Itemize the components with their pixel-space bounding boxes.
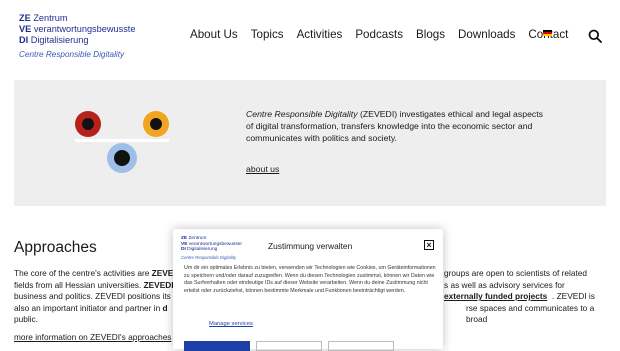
consent-title: Zustimmung verwalten [268,241,353,251]
logo-line-3: DI Digitalisierung [19,35,89,45]
logo-line-2: VE verantwortungsbewusste [19,24,136,34]
orange-dot-center [150,118,162,130]
blue-dot-center [114,150,130,166]
more-information-link[interactable]: more information on ZEVEDI's approaches [14,332,171,342]
hero-abbr: (ZEVEDI) [359,109,398,119]
site-logo[interactable]: ZE Zentrum VE verantwortungsbewusste DI … [19,13,149,59]
nav-item-podcasts[interactable]: Podcasts [355,28,403,41]
logo-tagline: Centre Responsible Digitality [19,50,125,59]
german-flag-icon[interactable] [543,30,552,36]
manage-services-link[interactable]: Manage services [209,321,253,327]
consent-text: Um dir ein optimales Erlebnis zu bieten,… [184,265,436,294]
consent-logo-tagline: Centre Responsible Digitality [181,254,237,260]
main-nav: About Us Topics Activities Podcasts Blog… [190,28,581,41]
nav-item-about-us[interactable]: About Us [190,28,238,41]
nav-item-activities[interactable]: Activities [297,28,343,41]
close-icon[interactable]: × [424,240,434,250]
about-us-link[interactable]: about us [246,164,279,174]
consent-logo: ZE Zentrum VE verantwortungsbewusste DI … [181,236,251,260]
graphic-bar [75,139,169,142]
consent-logo-line-3: DI Digitalisierung [181,247,218,253]
hero-text: Centre Responsible Digitality (ZEVEDI) i… [246,108,546,145]
hero-name: Centre Responsible Digitality [246,109,358,119]
externally-funded-projects-link[interactable]: externally funded projects [444,291,547,303]
logo-line-1: ZE Zentrum [19,13,68,23]
cookie-consent-dialog: ZE Zentrum VE verantwortungsbewusste DI … [173,229,443,351]
search-icon[interactable] [588,29,602,43]
nav-item-blogs[interactable]: Blogs [416,28,445,41]
nav-item-topics[interactable]: Topics [251,28,284,41]
nav-item-downloads[interactable]: Downloads [458,28,515,41]
red-dot-center [82,118,94,130]
approaches-heading: Approaches [14,239,97,256]
